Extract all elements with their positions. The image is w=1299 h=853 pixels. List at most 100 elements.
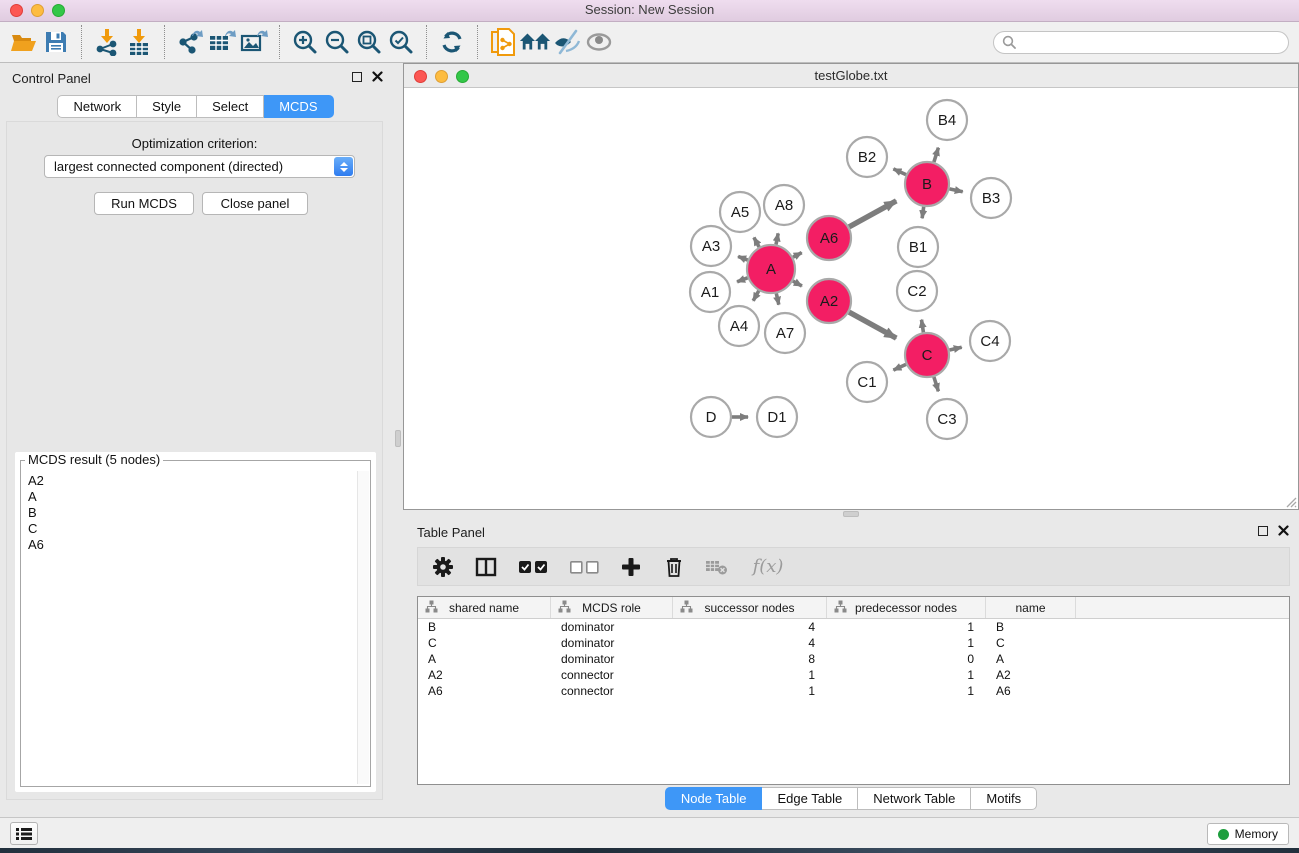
search-input[interactable] [993,31,1289,54]
zoom-out-button[interactable] [321,26,353,58]
apply-layout-button[interactable] [436,26,468,58]
graph-node-A1[interactable]: A1 [690,272,730,312]
graph-node-A6[interactable]: A6 [807,216,851,260]
graph-edge-C-C3[interactable] [934,377,939,391]
graph-edge-A-A2[interactable] [793,281,802,286]
result-item[interactable]: B [28,505,352,521]
column-header-mcds-role[interactable]: MCDS role [551,597,673,618]
table-tab-node-table[interactable]: Node Table [665,787,763,810]
vertical-splitter-handle[interactable] [395,430,401,447]
table-row[interactable]: A2connector11A2 [418,667,1289,683]
graph-node-A2[interactable]: A2 [807,279,851,323]
graph-edge-B-B3[interactable] [950,189,963,192]
graph-node-A5[interactable]: A5 [720,192,760,232]
graph-node-A7[interactable]: A7 [765,313,805,353]
graph-node-D1[interactable]: D1 [757,397,797,437]
graph-edge-A-A3[interactable] [738,256,748,260]
graph-edge-A2-C[interactable] [849,312,896,338]
result-item[interactable]: A2 [28,473,352,489]
graph-node-C2[interactable]: C2 [897,271,937,311]
close-table-panel-icon[interactable] [1278,525,1289,536]
float-panel-icon[interactable] [352,72,362,82]
export-network-button[interactable] [174,26,206,58]
table-row[interactable]: A6connector11A6 [418,683,1289,699]
resize-grip-icon[interactable] [1283,494,1297,508]
table-row[interactable]: Adominator80A [418,651,1289,667]
column-header-predecessor-nodes[interactable]: predecessor nodes [827,597,986,618]
graph-node-C1[interactable]: C1 [847,362,887,402]
zoom-fit-button[interactable] [353,26,385,58]
graph-node-C[interactable]: C [905,333,949,377]
open-session-from-ndex-button[interactable] [519,26,551,58]
graph-node-A3[interactable]: A3 [691,226,731,266]
tab-mcds[interactable]: MCDS [264,95,333,118]
graph-edge-B-B1[interactable] [922,207,924,219]
table-tab-edge-table[interactable]: Edge Table [762,787,858,810]
show-hidden-button[interactable] [583,26,615,58]
graph-node-A8[interactable]: A8 [764,185,804,225]
close-panel-button[interactable]: Close panel [202,192,308,215]
graph-node-A[interactable]: A [747,245,795,293]
graph-edge-B-B4[interactable] [934,148,939,162]
graph-node-B4[interactable]: B4 [927,100,967,140]
graph-edge-A-A8[interactable] [776,233,778,244]
deselect-all-rows-button[interactable] [568,555,600,579]
apply-function-button[interactable]: f(x) [748,555,788,579]
graph-edge-C-C4[interactable] [950,347,962,350]
mcds-result-list[interactable]: A2ABCA6 [28,473,352,784]
tab-style[interactable]: Style [137,95,197,118]
table-settings-button[interactable] [431,555,455,579]
graph-edge-A-A4[interactable] [753,291,759,301]
criterion-dropdown[interactable]: largest connected component (directed) [44,155,355,178]
memory-button[interactable]: Memory [1207,823,1289,845]
column-header-shared-name[interactable]: shared name [418,597,551,618]
select-all-rows-button[interactable] [517,555,549,579]
delete-column-button[interactable] [662,555,686,579]
zoom-selected-button[interactable] [385,26,417,58]
result-item[interactable]: C [28,521,352,537]
run-mcds-button[interactable]: Run MCDS [94,192,194,215]
horizontal-splitter-handle[interactable] [843,511,859,517]
graph-edge-A6-B[interactable] [849,201,896,227]
graph-node-B2[interactable]: B2 [847,137,887,177]
graph-node-B[interactable]: B [905,162,949,206]
add-column-button[interactable] [619,555,643,579]
import-table-file-button[interactable] [123,26,155,58]
graph-edge-A-A5[interactable] [754,238,759,248]
float-table-panel-icon[interactable] [1258,526,1268,536]
save-session-button[interactable] [40,26,72,58]
result-item[interactable]: A6 [28,537,352,553]
result-scrollbar[interactable] [357,471,369,784]
tab-select[interactable]: Select [197,95,264,118]
table-tab-network-table[interactable]: Network Table [858,787,971,810]
table-tab-motifs[interactable]: Motifs [971,787,1037,810]
zoom-in-button[interactable] [289,26,321,58]
graph-edge-B-B2[interactable] [893,169,906,175]
result-item[interactable]: A [28,489,352,505]
import-from-ndex-button[interactable] [487,26,519,58]
table-row[interactable]: Bdominator41B [418,619,1289,635]
export-image-button[interactable] [238,26,270,58]
graph-edge-A-A7[interactable] [776,293,779,304]
import-network-file-button[interactable] [91,26,123,58]
graph-node-D[interactable]: D [691,397,731,437]
delete-table-button[interactable] [705,555,729,579]
graph-edge-A-A1[interactable] [737,278,748,282]
column-header-name[interactable]: name [986,597,1076,618]
open-session-button[interactable] [8,26,40,58]
table-row[interactable]: Cdominator41C [418,635,1289,651]
graph-node-B1[interactable]: B1 [898,227,938,267]
close-panel-icon[interactable] [372,71,383,82]
graph-node-C4[interactable]: C4 [970,321,1010,361]
graph-node-C3[interactable]: C3 [927,399,967,439]
column-header-successor-nodes[interactable]: successor nodes [673,597,827,618]
column-visibility-button[interactable] [474,555,498,579]
task-history-button[interactable] [10,822,38,845]
tab-network[interactable]: Network [57,95,137,118]
graph-edge-C-C1[interactable] [893,364,906,370]
hide-selected-button[interactable] [551,26,583,58]
network-canvas[interactable]: A A1 A2 A3 A4 A5 A6 A7 A8 B B1 B2 B3B4 C C1 C2 C3C4 D D1 [404,88,1298,509]
graph-node-A4[interactable]: A4 [719,306,759,346]
export-table-button[interactable] [206,26,238,58]
graph-node-B3[interactable]: B3 [971,178,1011,218]
